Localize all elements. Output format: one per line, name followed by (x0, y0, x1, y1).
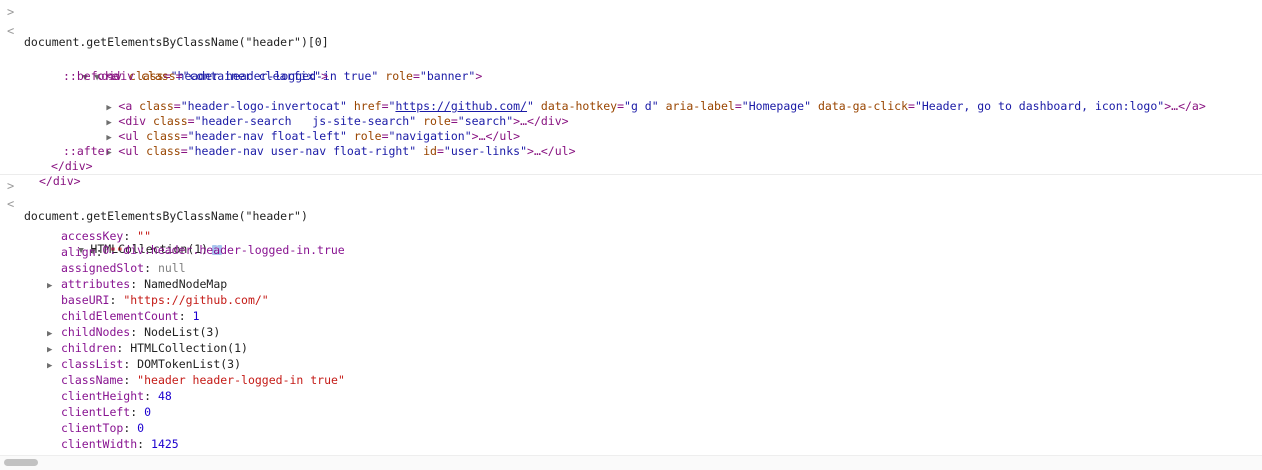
scrollbar-thumb[interactable] (4, 459, 38, 466)
devtools-console: > document.getElementsByClassName("heade… (0, 0, 1262, 456)
property-key: accessKey (61, 229, 124, 243)
property-row: baseURI: "https://github.com/" (61, 293, 269, 307)
result-icon: < (7, 24, 15, 38)
property-key: childNodes (61, 325, 131, 339)
property-key: attributes (61, 277, 131, 291)
property-key: baseURI (61, 293, 110, 307)
property-row: align: "" (61, 245, 124, 259)
property-value: "" (137, 229, 152, 243)
dom-node-header-search[interactable]: ▶ <div class="header-search js-site-searc… (0, 84, 1262, 128)
collection-header[interactable]: < ▼ HTMLCollection(1) i (0, 197, 1262, 256)
property-row: clientLeft: 0 (61, 405, 152, 419)
property-value: NamedNodeMap (144, 277, 228, 291)
property-key: clientWidth (61, 437, 138, 451)
property-value: "https://github.com/" (123, 293, 269, 307)
dom-node-container[interactable]: ▼ <div class="container clearfix"> (0, 39, 1262, 83)
property-key: assignedSlot (61, 261, 145, 275)
dom-node-header-nav-left[interactable]: ▶ <ul class="header-nav float-left" role=… (0, 99, 1262, 143)
property-row[interactable]: ▶ children: HTMLCollection(1) (0, 340, 1262, 356)
property-row: clientHeight: 48 (61, 389, 172, 403)
property-row: accessKey: "" (61, 229, 152, 243)
dom-node-header[interactable]: < ▼ <div class="header header-logged-in t… (0, 24, 1262, 83)
property-row: clientTop: 0 (61, 421, 145, 435)
property-key: align (61, 245, 96, 259)
close-tag-outer: </div> (0, 159, 1262, 188)
property-value: "" (109, 245, 124, 259)
property-row: className: "header header-logged-in true… (61, 373, 345, 387)
property-value: 48 (157, 389, 172, 403)
dom-node-logo-link[interactable]: ▶ <a class="header-logo-invertocat" href=… (0, 69, 1262, 113)
console-input-line[interactable]: > document.getElementsByClassName("heade… (0, 5, 1262, 49)
console-entry-2: > document.getElementsByClassName("heade… (0, 175, 1262, 451)
console-entry-1: > document.getElementsByClassName("heade… (0, 0, 1262, 188)
property-value: HTMLCollection(1) (130, 341, 248, 355)
property-key: clientHeight (61, 389, 145, 403)
property-value: 1 (192, 309, 200, 323)
close-tag-inner: </div> (0, 144, 1262, 173)
property-row: childElementCount: 1 (61, 309, 200, 323)
property-key: children (61, 341, 117, 355)
property-value: "header header-logged-in true" (137, 373, 345, 387)
prompt-icon: > (7, 179, 15, 193)
property-row[interactable]: ▶ classList: DOMTokenList(3) (0, 356, 1262, 372)
property-list: accessKey: "" align: "" assignedSlot: null… (0, 228, 1262, 452)
prompt-icon: > (7, 5, 15, 19)
property-key: clientLeft (61, 405, 131, 419)
property-row[interactable]: ▶ attributes: NamedNodeMap (0, 276, 1262, 292)
result-icon: < (7, 197, 15, 211)
property-key: classList (61, 357, 124, 371)
property-key: className (61, 373, 124, 387)
property-value: 0 (137, 421, 145, 435)
property-value: NodeList(3) (144, 325, 221, 339)
property-key: childElementCount (61, 309, 179, 323)
property-key: clientTop (61, 421, 124, 435)
property-value: DOMTokenList(3) (137, 357, 242, 371)
horizontal-scrollbar[interactable] (0, 455, 1262, 470)
property-row[interactable]: ▶ childNodes: NodeList(3) (0, 324, 1262, 340)
console-input-line[interactable]: > document.getElementsByClassName("heade… (0, 179, 1262, 223)
property-row: clientWidth: 1425 (61, 437, 179, 451)
property-value: null (157, 261, 186, 275)
pseudo-before[interactable]: ::before (0, 54, 1262, 83)
property-value: 0 (144, 405, 152, 419)
collection-item-0[interactable]: ▼ 0: div.header.header-logged-in.true (0, 213, 1262, 257)
property-row: assignedSlot: null (61, 261, 186, 275)
property-value: 1425 (151, 437, 179, 451)
pseudo-after[interactable]: ::after (0, 129, 1262, 158)
dom-node-user-nav[interactable]: ▶ <ul class="header-nav user-nav float-ri… (0, 114, 1262, 158)
